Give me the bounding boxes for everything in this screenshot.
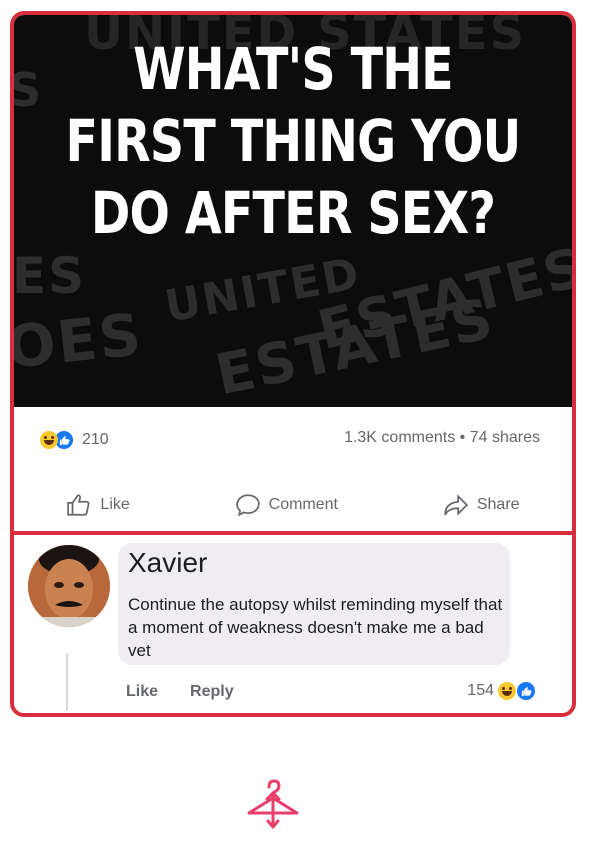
reaction-count: 210 xyxy=(82,431,109,448)
share-button[interactable]: Share xyxy=(443,483,520,527)
reaction-summary[interactable]: 210 xyxy=(40,430,109,450)
like-reaction-icon xyxy=(516,681,536,701)
meme-background-text: OES xyxy=(14,300,146,382)
haha-emoji-icon xyxy=(40,431,58,449)
comment-actions: Like Reply xyxy=(126,683,234,701)
thumbs-up-icon xyxy=(67,494,90,516)
comments-count[interactable]: 1.3K comments xyxy=(344,429,455,446)
comment-reactions[interactable]: 154 xyxy=(467,681,536,701)
meta-separator: • xyxy=(459,429,466,446)
comment-label: Comment xyxy=(268,496,338,513)
avatar[interactable] xyxy=(28,545,110,627)
hanger-arrow-icon xyxy=(245,779,301,840)
comment-reaction-count: 154 xyxy=(467,682,494,699)
comment-author[interactable]: Xavier xyxy=(128,547,207,579)
like-button[interactable]: Like xyxy=(66,483,130,527)
haha-emoji-icon xyxy=(498,682,516,700)
meme-background-text: S xyxy=(14,63,43,117)
post-stats: 210 1.3K comments • 74 shares xyxy=(14,415,572,463)
meme-image: S ES OES UNITED ESTATES ESTATES 50 UNITE… xyxy=(14,15,572,407)
comment-bubble: Xavier Continue the autopsy whilst remin… xyxy=(118,543,510,665)
comment: Xavier Continue the autopsy whilst remin… xyxy=(14,535,572,713)
comment-reply-link[interactable]: Reply xyxy=(190,683,234,701)
share-label: Share xyxy=(476,496,520,513)
meme-background-text: ES xyxy=(14,247,87,305)
comment-like-link[interactable]: Like xyxy=(126,683,158,701)
post-actions: Like Comment Share xyxy=(14,483,572,527)
shares-count[interactable]: 74 shares xyxy=(470,429,540,446)
comment-text: Continue the autopsy whilst reminding my… xyxy=(128,595,503,660)
thread-line xyxy=(66,653,68,711)
like-label: Like xyxy=(100,496,130,513)
post-meta: 1.3K comments • 74 shares xyxy=(344,429,540,447)
meme-headline: WHAT'S THE FIRST THING YOU DO AFTER SEX? xyxy=(65,35,522,247)
share-icon xyxy=(444,494,468,516)
post-card: S ES OES UNITED ESTATES ESTATES 50 UNITE… xyxy=(10,11,576,717)
comment-icon xyxy=(235,494,260,517)
comment-button[interactable]: Comment xyxy=(235,483,338,527)
